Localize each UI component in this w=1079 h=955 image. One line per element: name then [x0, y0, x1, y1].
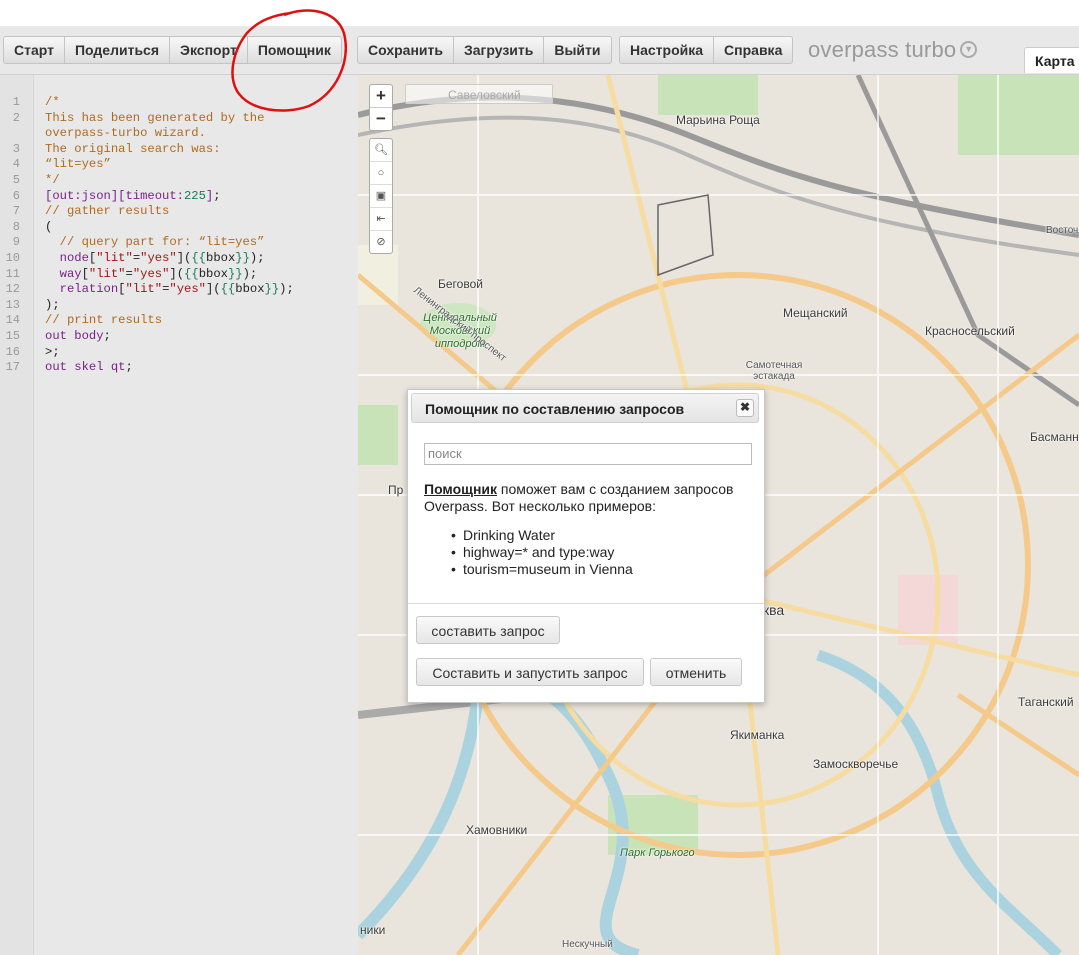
map-label: Марьина Роща — [676, 113, 760, 127]
map-label: Замоскворечье — [813, 757, 899, 771]
locate-icon[interactable]: ○ — [370, 162, 392, 185]
share-button[interactable]: Поделиться — [65, 37, 171, 63]
map-label: Красносельский — [925, 324, 1015, 338]
map-label: Парк Горького — [620, 847, 695, 859]
close-icon[interactable]: ✖ — [736, 399, 754, 417]
save-button[interactable]: Сохранить — [358, 37, 454, 63]
image-icon[interactable]: ▣ — [370, 185, 392, 208]
start-button[interactable]: Старт — [4, 37, 65, 63]
map-label: Хамовники — [466, 823, 528, 837]
map-label: Басманн — [1030, 430, 1079, 444]
zoom-control: + − — [369, 84, 393, 131]
line-number: 12 — [5, 282, 20, 297]
line-number: 11 — [5, 266, 20, 281]
settings-button[interactable]: Настройка — [620, 37, 715, 63]
brand-text: overpass turbo — [808, 37, 957, 62]
line-number: 10 — [5, 250, 20, 265]
example-item[interactable]: tourism=museum in Vienna — [451, 561, 633, 578]
map-label: Самотечная эстакада — [745, 360, 803, 382]
example-item[interactable]: Drinking Water — [451, 527, 633, 544]
map-search-input[interactable]: Савеловский — [405, 84, 553, 104]
map-label: ква — [763, 602, 785, 618]
toolbar-group-main: Старт Поделиться Экспорт Помощник — [3, 36, 342, 64]
fit-data-icon[interactable]: ⇤ — [370, 208, 392, 231]
line-number: 2 — [12, 110, 20, 125]
map-label: Якиманка — [730, 728, 785, 742]
toolbar-group-file: Сохранить Загрузить Выйти — [357, 36, 612, 64]
line-number: 15 — [5, 328, 20, 343]
line-number: 16 — [5, 344, 20, 359]
line-number: 3 — [12, 141, 20, 156]
search-icon[interactable]: 🔍︎ — [370, 139, 392, 162]
map-label: Мещанский — [783, 306, 848, 320]
code-editor[interactable]: 1 2 3 4 5 6 7 8 9 10 11 12 13 14 15 16 17 /* This has be… — [0, 75, 358, 955]
line-number: 8 — [12, 219, 20, 234]
zoom-in-button[interactable]: + — [370, 85, 392, 108]
wizard-search-input[interactable]: поиск — [424, 443, 752, 465]
wizard-help-link[interactable]: Помощник — [424, 481, 497, 497]
build-and-run-button[interactable]: Составить и запустить запрос — [416, 658, 644, 686]
query-code[interactable]: /* This has been generated by the overpa… — [45, 95, 294, 376]
line-number: 4 — [12, 157, 20, 172]
line-gutter: 1 2 3 4 5 6 7 8 9 10 11 12 13 14 15 16 17 — [0, 75, 34, 955]
top-strip — [0, 0, 1079, 26]
dialog-title: Помощник по составлению запросов — [411, 393, 759, 423]
line-number: 13 — [5, 297, 20, 312]
wizard-button[interactable]: Помощник — [248, 37, 341, 63]
cancel-button[interactable]: отменить — [650, 658, 742, 686]
map-label: Нескучный — [562, 939, 613, 950]
line-number — [0, 126, 20, 142]
toolbar-group-settings: Настройка Справка — [619, 36, 794, 64]
line-number: 6 — [12, 188, 20, 203]
line-number: 7 — [12, 204, 20, 219]
load-button[interactable]: Загрузить — [454, 37, 545, 63]
logout-button[interactable]: Выйти — [544, 37, 610, 63]
tab-map[interactable]: Карта — [1024, 47, 1079, 73]
examples-list: Drinking Water highway=* and type:way to… — [451, 527, 633, 578]
map-label: Восточ — [1046, 225, 1079, 236]
build-query-button[interactable]: составить запрос — [416, 616, 560, 644]
line-number: 17 — [5, 360, 20, 375]
wizard-dialog: Помощник по составлению запросов ✖ поиск… — [407, 389, 765, 703]
example-item[interactable]: highway=* and type:way — [451, 544, 633, 561]
line-number: 5 — [12, 172, 20, 187]
line-number: 9 — [12, 235, 20, 250]
dialog-intro: Помощник поможет вам с созданием запросо… — [424, 481, 754, 515]
line-numbers: 1 2 3 4 5 6 7 8 9 10 11 12 13 14 15 16 17 — [0, 95, 20, 376]
map-label: ники — [360, 923, 386, 937]
map-tools: 🔍︎ ○ ▣ ⇤ ⊘ — [369, 138, 393, 254]
zoom-out-button[interactable]: − — [370, 108, 392, 130]
brand-title: overpass turbo ▼ — [808, 37, 978, 63]
map-label: Таганский — [1018, 695, 1074, 709]
export-button[interactable]: Экспорт — [170, 37, 248, 63]
map-label: Беговой — [438, 277, 483, 291]
no-data-icon[interactable]: ⊘ — [370, 231, 392, 253]
map-label: Пр — [388, 483, 404, 497]
brand-icon[interactable]: ▼ — [960, 40, 978, 58]
help-button[interactable]: Справка — [714, 37, 792, 63]
line-number: 14 — [5, 313, 20, 328]
line-number: 1 — [12, 95, 20, 109]
dialog-divider — [408, 603, 764, 604]
